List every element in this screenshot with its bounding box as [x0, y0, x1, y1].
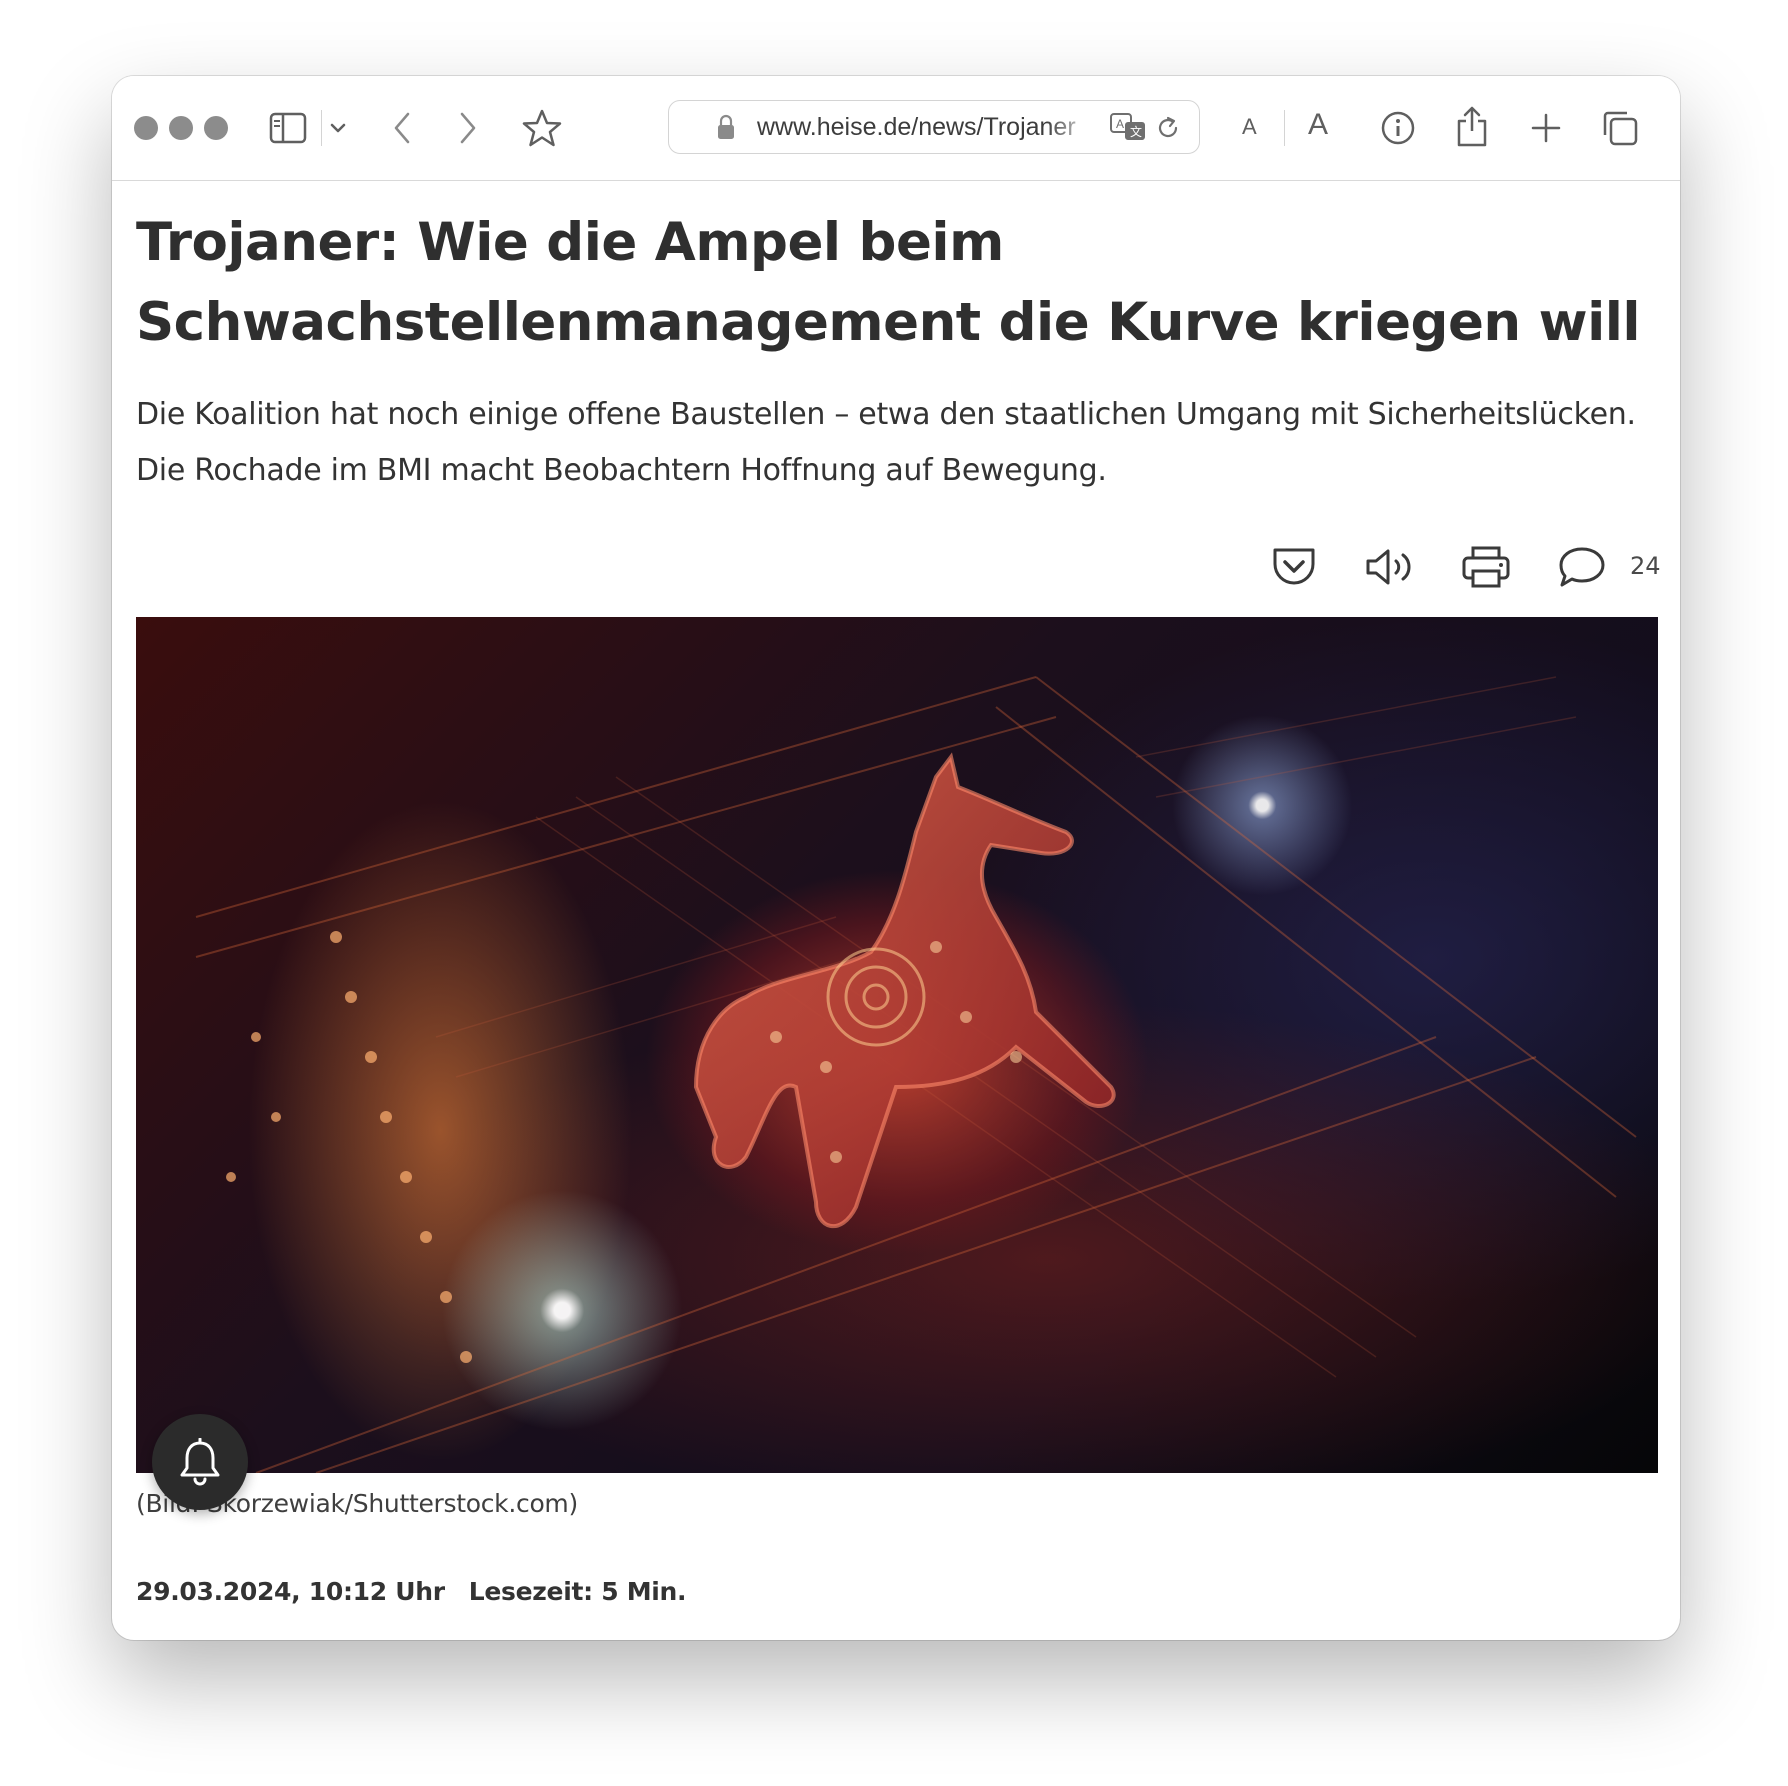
article-actions: 24	[136, 539, 1661, 595]
pocket-icon[interactable]	[1266, 539, 1322, 595]
sidebar-icon[interactable]	[266, 106, 310, 150]
browser-toolbar: www.heise.de/news/Trojaner A文 A A	[112, 76, 1680, 181]
chevron-down-icon[interactable]	[326, 116, 350, 140]
back-icon[interactable]	[382, 106, 422, 150]
star-icon[interactable]	[518, 104, 566, 152]
article-lead: Die Koalition hat noch einige offene Bau…	[136, 397, 1636, 488]
tabs-icon[interactable]	[1598, 106, 1642, 150]
font-size-increase-button[interactable]: A	[1308, 108, 1328, 142]
address-bar[interactable]: www.heise.de/news/Trojaner A文	[668, 100, 1200, 154]
article-date: 29.03.2024, 10:12 Uhr	[136, 1577, 445, 1606]
close-window-button[interactable]	[134, 116, 158, 140]
url-text: www.heise.de/news/Trojaner	[757, 113, 1076, 141]
svg-text:A: A	[1116, 117, 1124, 131]
trojan-horse-illustration	[195, 676, 1637, 1473]
bell-icon	[180, 1438, 220, 1486]
share-icon[interactable]	[1450, 102, 1494, 150]
article-meta: 29.03.2024, 10:12 Uhr Lesezeit: 5 Min.	[136, 1577, 687, 1606]
speaker-icon[interactable]	[1362, 539, 1418, 595]
browser-window: www.heise.de/news/Trojaner A文 A A Trojan…	[112, 76, 1680, 1640]
svg-text:文: 文	[1130, 124, 1142, 139]
comment-icon[interactable]	[1554, 539, 1610, 595]
toolbar-divider	[1284, 110, 1285, 146]
plus-icon[interactable]	[1524, 106, 1568, 150]
font-size-decrease-button[interactable]: A	[1242, 114, 1257, 140]
print-icon[interactable]	[1458, 539, 1514, 595]
zoom-window-button[interactable]	[204, 116, 228, 140]
reload-icon[interactable]	[1153, 113, 1183, 143]
reading-time: Lesezeit: 5 Min.	[468, 1577, 687, 1606]
article-headline: Trojaner: Wie die Ampel beim Schwachstel…	[136, 212, 1641, 353]
info-icon[interactable]	[1376, 106, 1420, 150]
forward-icon[interactable]	[448, 106, 488, 150]
article-hero-image	[136, 617, 1658, 1473]
comment-count[interactable]: 24	[1630, 552, 1661, 580]
notification-button[interactable]	[152, 1414, 248, 1510]
toolbar-divider	[321, 110, 322, 146]
lock-icon	[715, 113, 737, 141]
minimize-window-button[interactable]	[169, 116, 193, 140]
translate-icon[interactable]: A文	[1109, 111, 1149, 143]
